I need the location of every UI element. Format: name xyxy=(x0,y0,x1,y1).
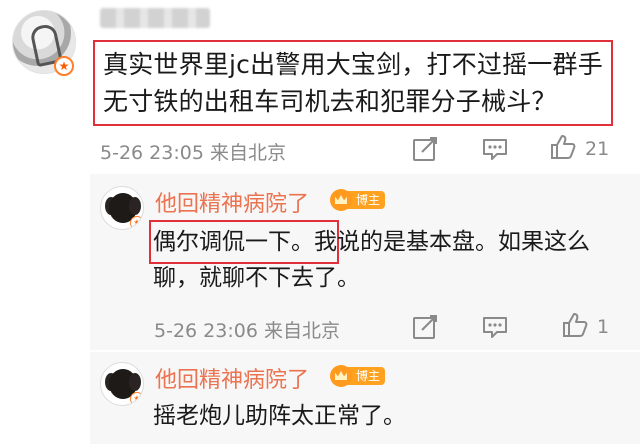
reply-author-name[interactable]: 他回精神病院了 xyxy=(155,362,309,394)
comment-icon[interactable] xyxy=(480,312,510,342)
repost-icon[interactable] xyxy=(410,134,440,164)
comment-meta: 5-26 23:05 来自北京 xyxy=(100,142,286,164)
reply-meta: 5-26 23:06 来自北京 xyxy=(154,320,340,342)
comment-item: ★ 真实世界里jc出警用大宝剑，打不过摇一群手无寸铁的出租车司机去和犯罪分子械斗… xyxy=(0,0,640,170)
reply-highlight-text: 偶尔调侃一下。 xyxy=(153,229,314,255)
blurred-username xyxy=(100,8,210,28)
avatar[interactable]: ★ xyxy=(100,186,144,230)
verified-badge-icon: ★ xyxy=(54,56,74,76)
verified-badge-icon: ★ xyxy=(130,392,143,405)
comment-icon[interactable] xyxy=(480,134,510,164)
reply-text: 摇老炮儿助阵太正常了。 xyxy=(153,403,406,429)
comment-text: 真实世界里jc出警用大宝剑，打不过摇一群手无寸铁的出租车司机去和犯罪分子械斗？ xyxy=(103,50,603,116)
reply-text: 偶尔调侃一下。我说的是基本盘。如果这么聊，就聊不下去了。 xyxy=(153,224,613,296)
like-count: 1 xyxy=(597,316,610,338)
crown-icon xyxy=(330,365,352,387)
crown-icon xyxy=(330,189,352,211)
like-icon[interactable] xyxy=(560,310,590,340)
like-count: 21 xyxy=(585,138,610,160)
avatar[interactable]: ★ xyxy=(100,362,144,406)
like-icon[interactable] xyxy=(548,132,578,162)
verified-badge-icon: ★ xyxy=(130,216,143,229)
reply-author-name[interactable]: 他回精神病院了 xyxy=(155,186,309,218)
repost-icon[interactable] xyxy=(410,312,440,342)
